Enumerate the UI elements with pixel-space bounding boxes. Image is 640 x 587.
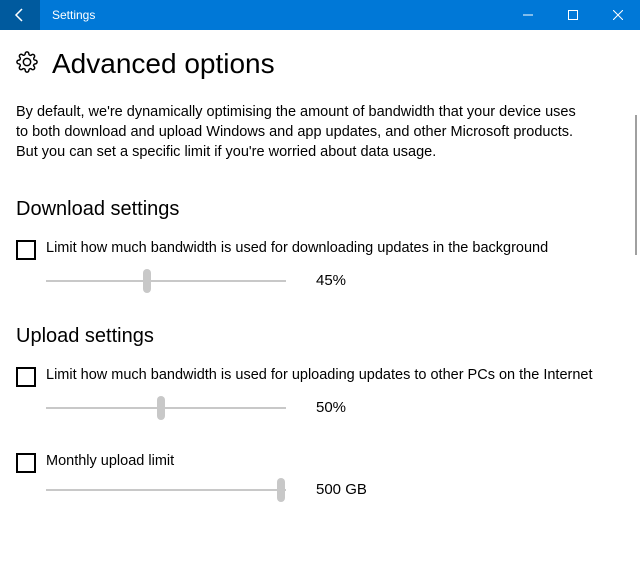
download-slider-row: 45% [16,272,620,289]
monthly-slider-value: 500 GB [316,481,376,498]
upload-slider-row: 50% [16,399,620,416]
intro-text: By default, we're dynamically optimising… [16,102,576,162]
slider-thumb[interactable] [143,269,151,293]
download-limit-option: Limit how much bandwidth is used for dow… [16,239,606,260]
upload-limit-option: Limit how much bandwidth is used for upl… [16,366,606,387]
minimize-button[interactable] [505,0,550,30]
back-button[interactable] [0,0,40,30]
slider-thumb[interactable] [157,396,165,420]
upload-limit-checkbox[interactable] [16,367,36,387]
gear-icon [16,51,38,78]
slider-thumb[interactable] [277,478,285,502]
upload-bandwidth-slider[interactable] [46,407,286,409]
page-header: Advanced options [16,48,620,80]
window-controls [505,0,640,30]
scrollbar[interactable] [635,115,637,255]
download-section-title: Download settings [16,198,620,221]
download-slider-value: 45% [316,272,376,289]
minimize-icon [523,10,533,20]
title-bar: Settings [0,0,640,30]
app-title: Settings [40,8,505,22]
arrow-left-icon [12,7,28,23]
maximize-icon [568,10,578,20]
monthly-upload-slider[interactable] [46,489,286,491]
maximize-button[interactable] [550,0,595,30]
monthly-limit-label: Monthly upload limit [46,452,174,472]
page-title: Advanced options [52,48,275,80]
monthly-limit-checkbox[interactable] [16,453,36,473]
close-icon [613,10,623,20]
download-limit-checkbox[interactable] [16,240,36,260]
upload-slider-value: 50% [316,399,376,416]
monthly-slider-row: 500 GB [16,481,620,498]
monthly-limit-option: Monthly upload limit [16,452,606,473]
download-bandwidth-slider[interactable] [46,280,286,282]
upload-limit-label: Limit how much bandwidth is used for upl… [46,366,593,386]
download-limit-label: Limit how much bandwidth is used for dow… [46,239,548,259]
upload-section-title: Upload settings [16,325,620,348]
close-button[interactable] [595,0,640,30]
content-area: Advanced options By default, we're dynam… [0,30,640,587]
